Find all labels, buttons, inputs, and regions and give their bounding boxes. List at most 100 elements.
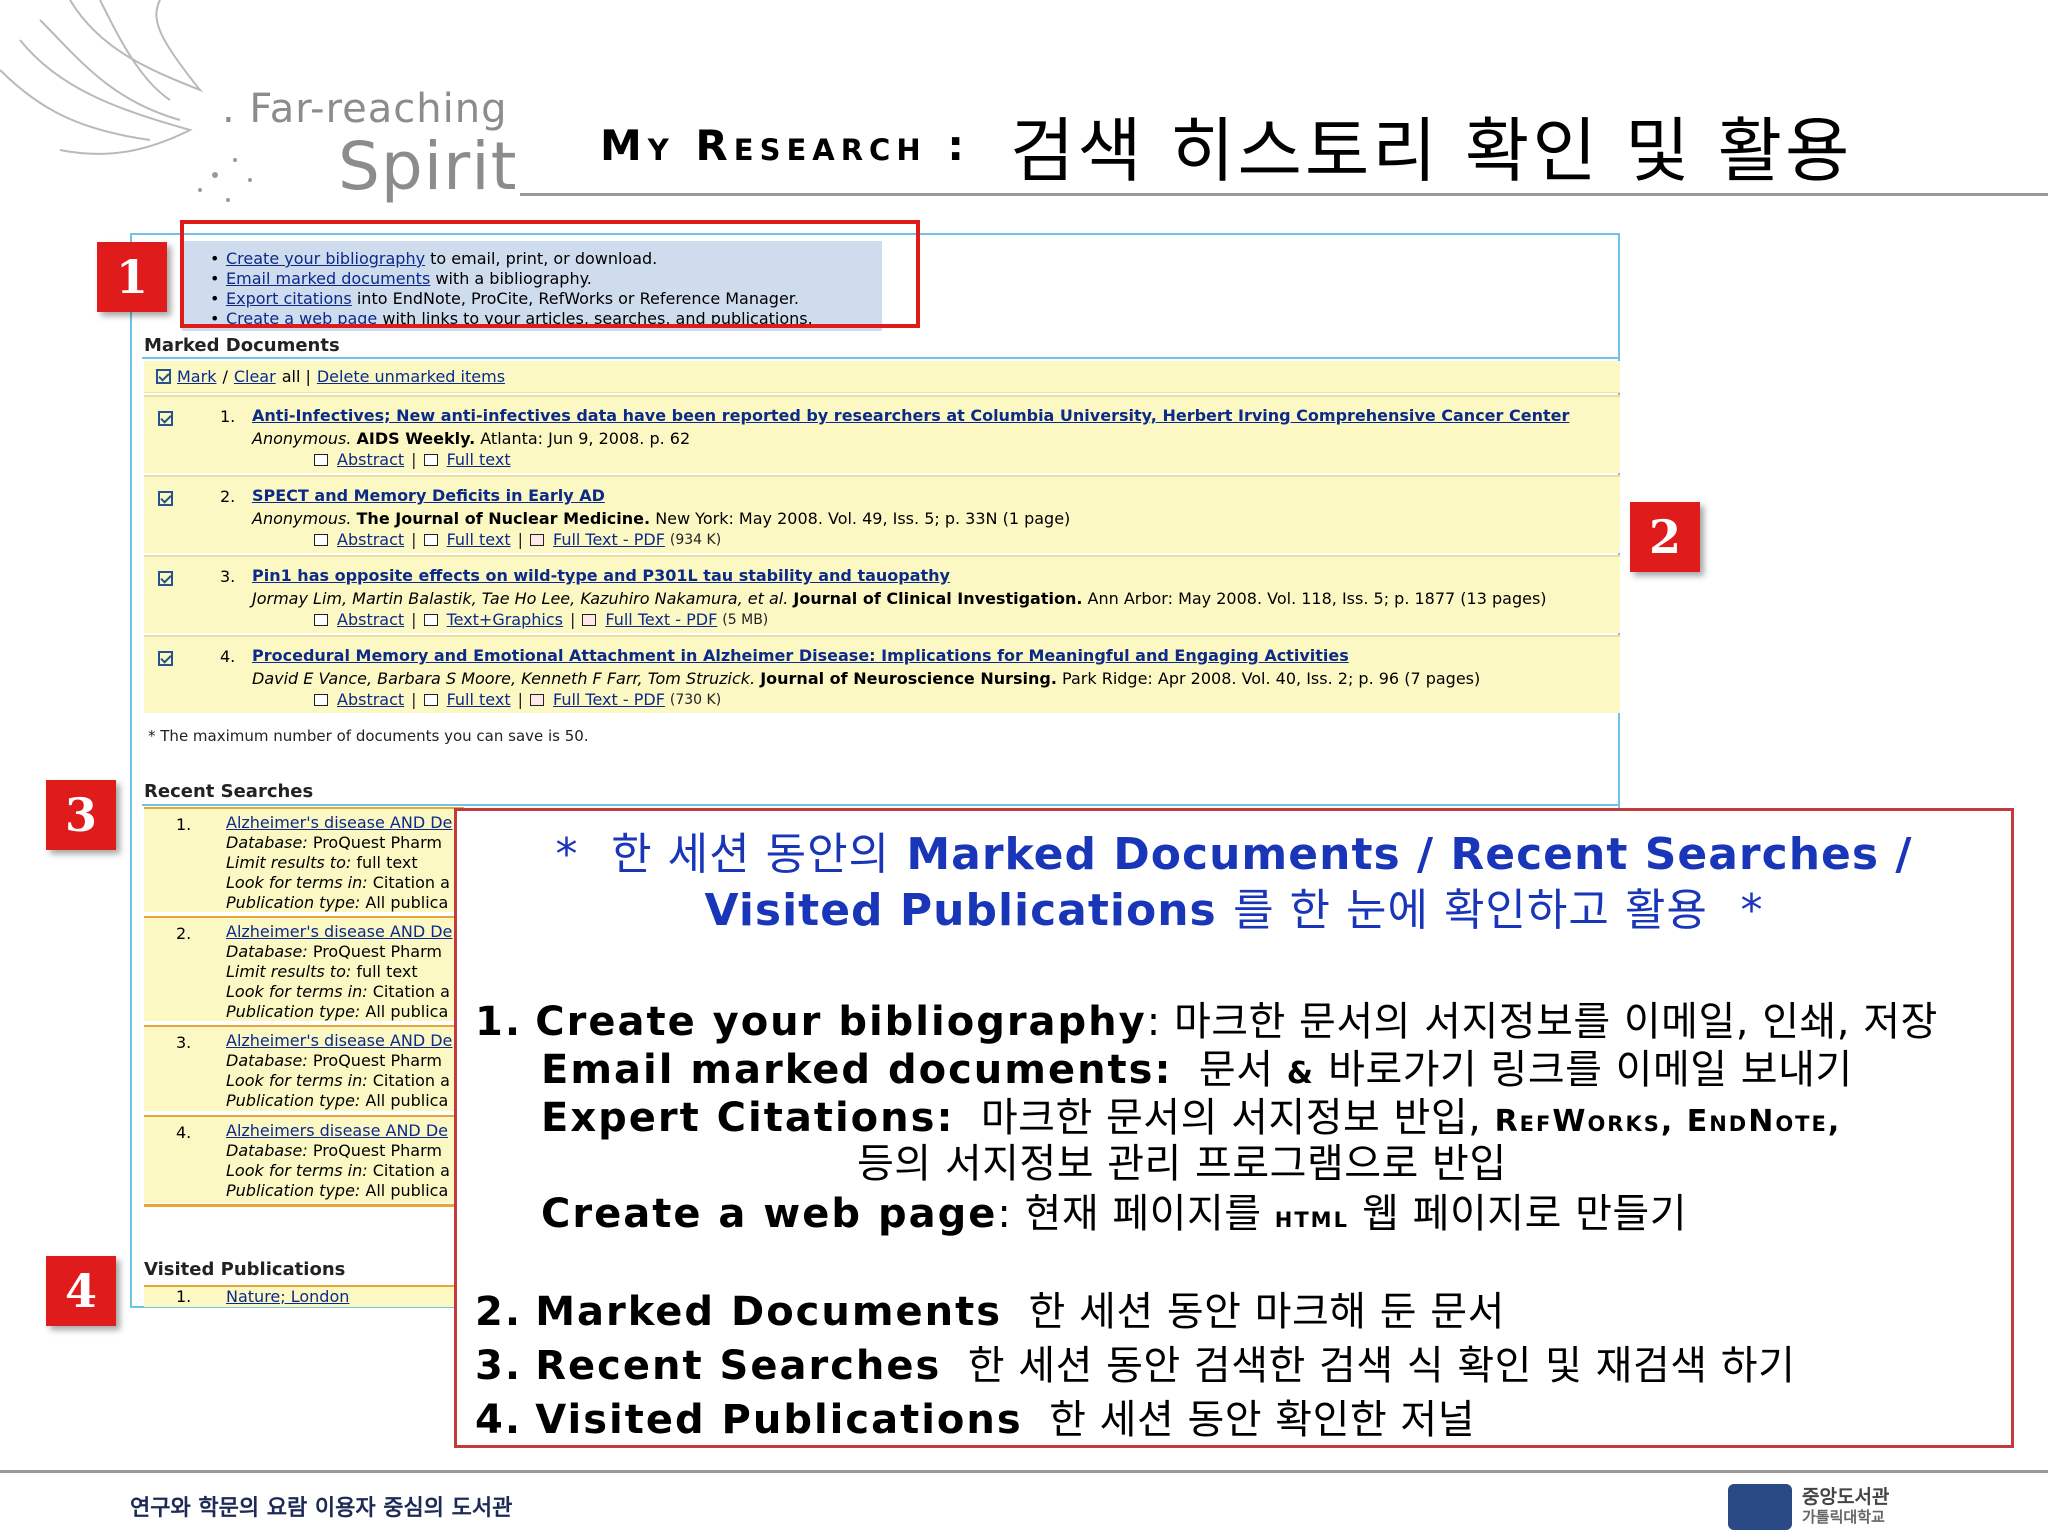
- publication-link[interactable]: Nature; London: [226, 1287, 349, 1306]
- search-pub-type: Publication type: All publica: [226, 1091, 448, 1110]
- document-citation: Jormay Lim, Martin Balastik, Tae Ho Lee,…: [252, 589, 1547, 608]
- document-checkbox[interactable]: [158, 411, 173, 426]
- document-title-link[interactable]: Anti-Infectives; New anti-infectives dat…: [252, 406, 1569, 425]
- pdf-icon: [529, 693, 544, 706]
- pdf-icon: [582, 613, 597, 626]
- abstract-link[interactable]: Abstract: [337, 610, 404, 629]
- search-line-value: Citation a: [367, 873, 450, 892]
- item-colon: :: [997, 1191, 1012, 1237]
- publication-number: 1.: [176, 1287, 192, 1306]
- full-text-icon: [423, 693, 438, 706]
- delete-unmarked-link[interactable]: Delete unmarked items: [317, 367, 505, 386]
- full-text-pdf-link[interactable]: Full Text - PDF: [553, 690, 665, 709]
- callout-heading-line2: Visited Publications 를 한 눈에 확인하고 활용 *: [457, 883, 2011, 939]
- search-terms-in: Look for terms in: Citation a: [226, 1161, 450, 1180]
- callout-tag-2: 2: [1630, 502, 1700, 572]
- search-line-value: ProQuest Pharm: [307, 1141, 442, 1160]
- file-size: (5 MB): [722, 611, 769, 628]
- marked-documents-heading: Marked Documents: [144, 335, 340, 356]
- document-citation: Anonymous. AIDS Weekly. Atlanta: Jun 9, …: [252, 429, 690, 448]
- item-number: 3.: [475, 1343, 523, 1389]
- document-authors: Jormay Lim, Martin Balastik, Tae Ho Lee,…: [252, 589, 789, 608]
- search-terms-in: Look for terms in: Citation a: [226, 1071, 450, 1090]
- footer-divider: [0, 1470, 2048, 1473]
- document-publication: AIDS Weekly.: [356, 429, 476, 448]
- max-documents-note: * The maximum number of documents you ca…: [148, 727, 589, 745]
- item-3-line: 3. Recent Searches 한 세션 동안 검색한 검색 식 확인 및…: [475, 1333, 1795, 1391]
- full-text-link[interactable]: Full text: [447, 450, 511, 469]
- document-checkbox[interactable]: [158, 571, 173, 586]
- document-number: 4.: [220, 647, 236, 666]
- html-term: html: [1274, 1200, 1349, 1235]
- recent-searches-heading: Recent Searches: [144, 781, 314, 802]
- heading-english: Marked Documents / Recent Searches /: [906, 829, 1913, 880]
- select-all-checkbox[interactable]: [156, 369, 171, 384]
- document-number: 1.: [220, 407, 236, 426]
- search-line-label: Publication type:: [226, 893, 361, 912]
- mark-link[interactable]: Mark: [177, 367, 216, 386]
- visited-publication-item: 1. Nature; London: [144, 1285, 464, 1307]
- item-description: 한 세션 동안 마크해 둔 문서: [1028, 1289, 1505, 1335]
- search-limit: Limit results to: full text: [226, 853, 418, 872]
- full-text-pdf-link[interactable]: Full Text - PDF: [553, 530, 665, 549]
- item-term: Visited Publications: [535, 1397, 1023, 1443]
- link-separator: |: [411, 610, 417, 629]
- search-number: 2.: [176, 924, 192, 943]
- callout-heading-line1: * 한 세션 동안의 Marked Documents / Recent Sea…: [457, 827, 2011, 883]
- title-divider: [520, 193, 2048, 196]
- document-checkbox[interactable]: [158, 491, 173, 506]
- search-terms-in: Look for terms in: Citation a: [226, 873, 450, 892]
- search-query-link[interactable]: Alzheimers disease AND De: [226, 1121, 448, 1140]
- search-pub-type: Publication type: All publica: [226, 1181, 448, 1200]
- document-checkbox[interactable]: [158, 651, 173, 666]
- document-authors: David E Vance, Barbara S Moore, Kenneth …: [252, 669, 756, 688]
- dove-logo-icon: [0, 0, 252, 202]
- search-number: 4.: [176, 1123, 192, 1142]
- library-name: 중앙도서관: [1802, 1486, 1890, 1508]
- search-line-label: Look for terms in:: [226, 1161, 368, 1180]
- document-links: Abstract | Full text | Full Text - PDF (…: [314, 690, 721, 709]
- search-pub-type: Publication type: All publica: [226, 893, 448, 912]
- search-query-link[interactable]: Alzheimer's disease AND De: [226, 922, 452, 941]
- search-query-link[interactable]: Alzheimer's disease AND De: [226, 1031, 452, 1050]
- callout-tag-4: 4: [46, 1256, 116, 1326]
- document-authors: Anonymous.: [252, 429, 352, 448]
- abstract-link[interactable]: Abstract: [337, 690, 404, 709]
- document-title-link[interactable]: Pin1 has opposite effects on wild-type a…: [252, 566, 950, 585]
- search-database: Database: ProQuest Pharm: [226, 942, 442, 961]
- logo-wordmark: Spirit: [338, 128, 518, 205]
- full-text-link[interactable]: Full text: [447, 690, 511, 709]
- link-separator: |: [569, 610, 576, 629]
- document-links: Abstract | Full text: [314, 450, 511, 469]
- full-text-pdf-link[interactable]: Full Text - PDF: [605, 610, 717, 629]
- search-query-link[interactable]: Alzheimer's disease AND De: [226, 813, 452, 832]
- item-2-line: 2. Marked Documents 한 세션 동안 마크해 둔 문서: [475, 1279, 1505, 1337]
- recent-search-item: 1. Alzheimer's disease AND De Database: …: [144, 807, 464, 912]
- full-text-link[interactable]: Full text: [447, 530, 511, 549]
- abstract-icon: [314, 693, 328, 706]
- search-line-value: All publica: [360, 893, 449, 912]
- link-separator: |: [517, 530, 523, 549]
- far-reaching-spirit-logo: . Far-reaching Spirit: [0, 0, 520, 215]
- document-title-link[interactable]: SPECT and Memory Deficits in Early AD: [252, 486, 605, 505]
- search-line-value: Citation a: [367, 982, 450, 1001]
- text-graphics-link[interactable]: Text+Graphics: [447, 610, 563, 629]
- heading-english: Visited Publications: [704, 885, 1217, 936]
- document-details: Park Ridge: Apr 2008. Vol. 40, Iss. 2; p…: [1062, 669, 1481, 688]
- document-title-link[interactable]: Procedural Memory and Emotional Attachme…: [252, 646, 1349, 665]
- highlight-frame: [180, 220, 920, 328]
- document-links: Abstract | Full text | Full Text - PDF (…: [314, 530, 721, 549]
- search-line-label: Database:: [226, 942, 308, 961]
- search-number: 3.: [176, 1033, 192, 1052]
- abstract-link[interactable]: Abstract: [337, 450, 404, 469]
- library-logo: 중앙도서관 가톨릭대학교: [1728, 1480, 1908, 1532]
- search-line-label: Limit results to:: [226, 853, 352, 872]
- recent-search-item: 4. Alzheimers disease AND De Database: P…: [144, 1115, 464, 1203]
- clear-link[interactable]: Clear: [234, 367, 276, 386]
- document-details: Atlanta: Jun 9, 2008. p. 62: [480, 429, 691, 448]
- slide-title: My Research : 검색 히스토리 확인 및 활용: [600, 100, 1852, 192]
- abstract-link[interactable]: Abstract: [337, 530, 404, 549]
- document-details: New York: May 2008. Vol. 49, Iss. 5; p. …: [655, 509, 1071, 528]
- search-line-label: Database:: [226, 1051, 308, 1070]
- search-terms-in: Look for terms in: Citation a: [226, 982, 450, 1001]
